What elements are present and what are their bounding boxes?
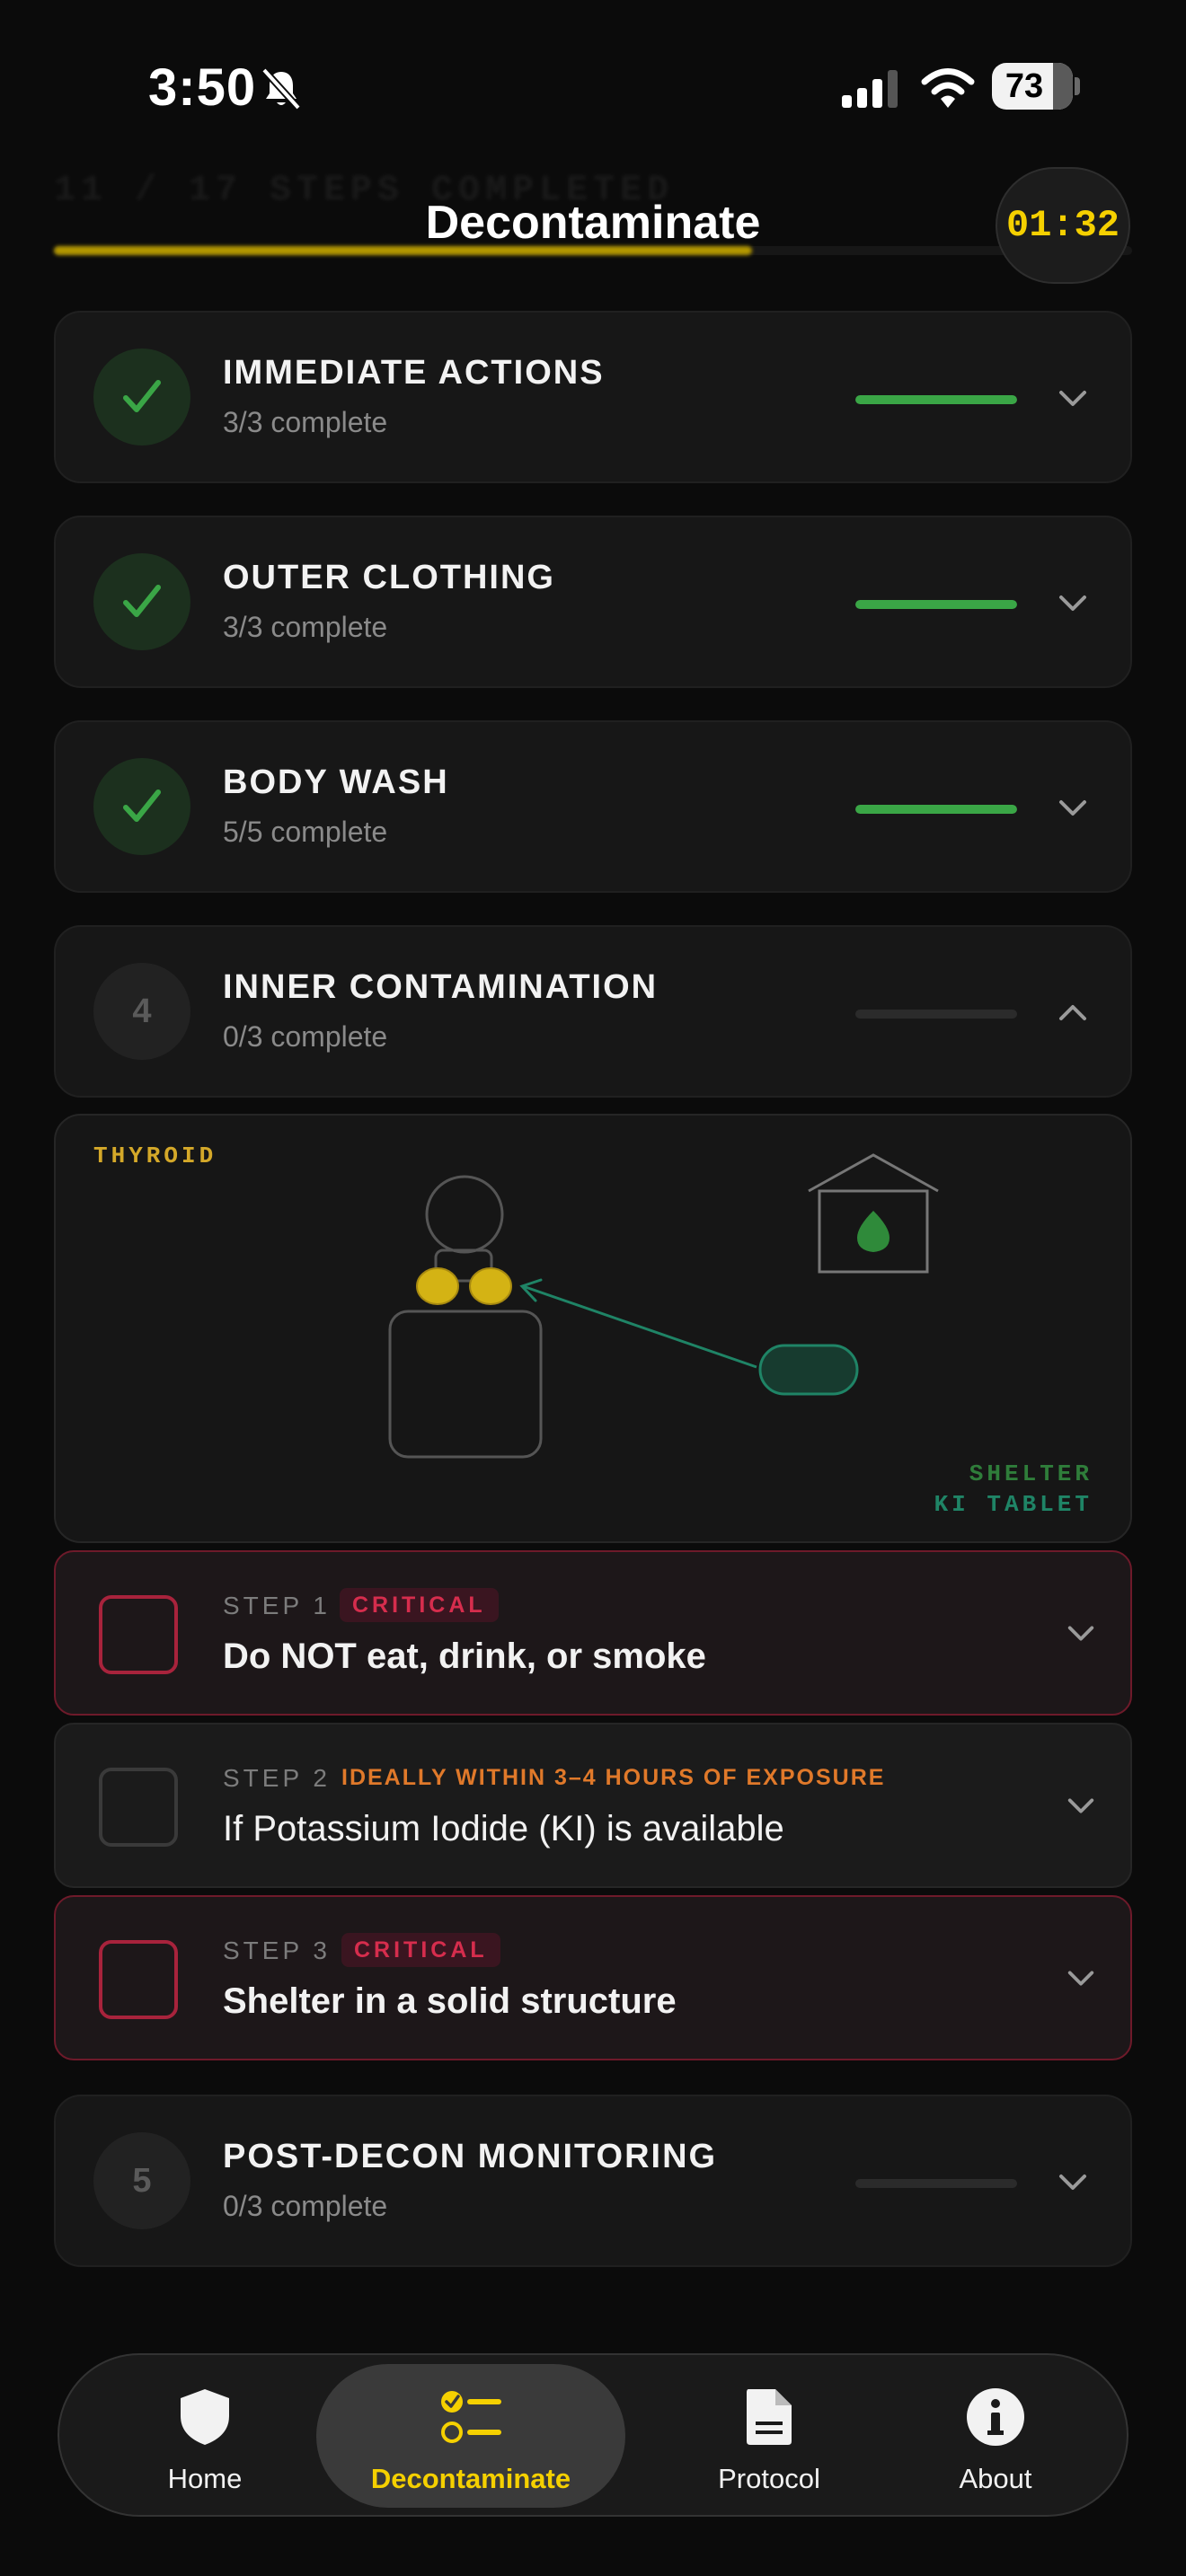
section-progress-text: 0/3 complete (223, 2190, 388, 2222)
section-title: INNER CONTAMINATION (223, 968, 659, 1006)
section-progress-bar (855, 395, 1017, 404)
step-text: If Potassium Iodide (KI) is available (223, 1809, 784, 1848)
tab-label: Decontaminate (370, 2463, 571, 2494)
critical-badge: CRITICAL (340, 1588, 499, 1622)
critical-badge: CRITICAL (341, 1933, 500, 1967)
chevron-up-icon[interactable] (1057, 997, 1089, 1029)
chevron-down-icon[interactable] (1057, 383, 1089, 415)
ki-tablet-icon (758, 1344, 859, 1396)
step-label: STEP 1 (223, 1592, 331, 1619)
step-label: STEP 2 (223, 1764, 331, 1792)
section-progress-text: 5/5 complete (223, 816, 388, 848)
section-immediate-actions[interactable]: IMMEDIATE ACTIONS 3/3 complete (54, 311, 1132, 483)
section-outer-clothing[interactable]: OUTER CLOTHING 3/3 complete (54, 516, 1132, 688)
check-icon (123, 585, 161, 617)
ki-arrow (522, 1284, 757, 1369)
section-progress-bar (855, 2179, 1017, 2188)
torso-figure (388, 1310, 543, 1459)
section-progress-bar (855, 805, 1017, 814)
chevron-down-icon[interactable] (1066, 1619, 1096, 1649)
tab-bar: Home Decontaminate Protocol About (58, 2353, 1128, 2517)
section-progress-text: 3/3 complete (223, 406, 388, 438)
tab-label: About (959, 2463, 1032, 2494)
thyroid-gland-right (469, 1267, 512, 1305)
ki-tablet-label: KI TABLET (934, 1491, 1093, 1518)
section-progress-fill (855, 805, 1017, 814)
chevron-down-icon[interactable] (1066, 1963, 1096, 1994)
section-title: OUTER CLOTHING (223, 559, 555, 596)
shelter-label: SHELTER (969, 1460, 1093, 1487)
section-inner-contamination[interactable]: 4 INNER CONTAMINATION 0/3 complete (54, 925, 1132, 1098)
step-label: STEP 3 (223, 1936, 331, 1964)
bell-slash-icon (261, 67, 301, 110)
section-body-wash[interactable]: BODY WASH 5/5 complete (54, 720, 1132, 893)
section-progress-fill (855, 600, 1017, 609)
section-title: IMMEDIATE ACTIONS (223, 354, 605, 392)
step-3[interactable]: STEP 3 CRITICAL Shelter in a solid struc… (54, 1895, 1132, 2060)
section-progress-text: 0/3 complete (223, 1020, 388, 1053)
tab-decontaminate[interactable]: Decontaminate (316, 2355, 625, 2519)
section-number-badge: 5 (93, 2132, 190, 2229)
cellular-signal-icon (842, 70, 898, 108)
thyroid-gland-left (416, 1267, 459, 1305)
step-checkbox[interactable] (99, 1768, 178, 1847)
section-complete-badge (93, 553, 190, 650)
chevron-down-icon[interactable] (1057, 792, 1089, 825)
thyroid-ki-illustration: THYROID SHELTER KI TABLET (54, 1114, 1132, 1543)
head-figure (425, 1175, 504, 1254)
step-checkbox[interactable] (99, 1940, 178, 2019)
tab-label: Protocol (718, 2463, 820, 2494)
section-complete-badge (93, 758, 190, 855)
step-text: Shelter in a solid structure (223, 1981, 677, 2021)
tab-label: Home (167, 2463, 243, 2494)
tab-protocol[interactable]: Protocol (679, 2355, 859, 2519)
status-bar: 3:50 73 (0, 54, 1186, 117)
chevron-down-icon[interactable] (1066, 1791, 1096, 1822)
chevron-down-icon[interactable] (1057, 587, 1089, 620)
shelter-leaf-icon (857, 1211, 890, 1252)
check-icon (123, 790, 161, 822)
section-complete-badge (93, 348, 190, 446)
checklist-icon (441, 2391, 501, 2443)
step-text: Do NOT eat, drink, or smoke (223, 1636, 706, 1676)
step-1[interactable]: STEP 1 CRITICAL Do NOT eat, drink, or sm… (54, 1550, 1132, 1716)
section-number-badge: 4 (93, 963, 190, 1060)
section-progress-fill (855, 395, 1017, 404)
document-icon (747, 2389, 792, 2445)
info-icon (967, 2388, 1024, 2446)
section-progress-bar (855, 600, 1017, 609)
tab-home[interactable]: Home (115, 2355, 295, 2519)
shield-icon (181, 2389, 229, 2445)
status-time: 3:50 (148, 58, 257, 117)
section-number: 4 (132, 992, 152, 1030)
step-2[interactable]: STEP 2 IDEALLY WITHIN 3–4 HOURS OF EXPOS… (54, 1723, 1132, 1888)
check-icon (123, 380, 161, 412)
section-title: BODY WASH (223, 763, 449, 801)
battery-percentage: 73 (1005, 67, 1044, 105)
section-post-decon-monitoring[interactable]: 5 POST-DECON MONITORING 0/3 complete (54, 2095, 1132, 2267)
battery-icon: 73 (992, 63, 1073, 110)
chevron-down-icon[interactable] (1057, 2166, 1089, 2199)
tab-about[interactable]: About (924, 2355, 1067, 2519)
wifi-icon (921, 68, 975, 108)
timing-note: IDEALLY WITHIN 3–4 HOURS OF EXPOSURE (341, 1765, 886, 1790)
section-progress-bar (855, 1010, 1017, 1019)
section-title: POST-DECON MONITORING (223, 2138, 718, 2175)
step-checkbox[interactable] (99, 1595, 178, 1674)
section-number: 5 (132, 2162, 152, 2200)
section-progress-text: 3/3 complete (223, 611, 388, 643)
elapsed-timer[interactable]: 01:32 (996, 167, 1130, 284)
shelter-roof (808, 1153, 939, 1193)
